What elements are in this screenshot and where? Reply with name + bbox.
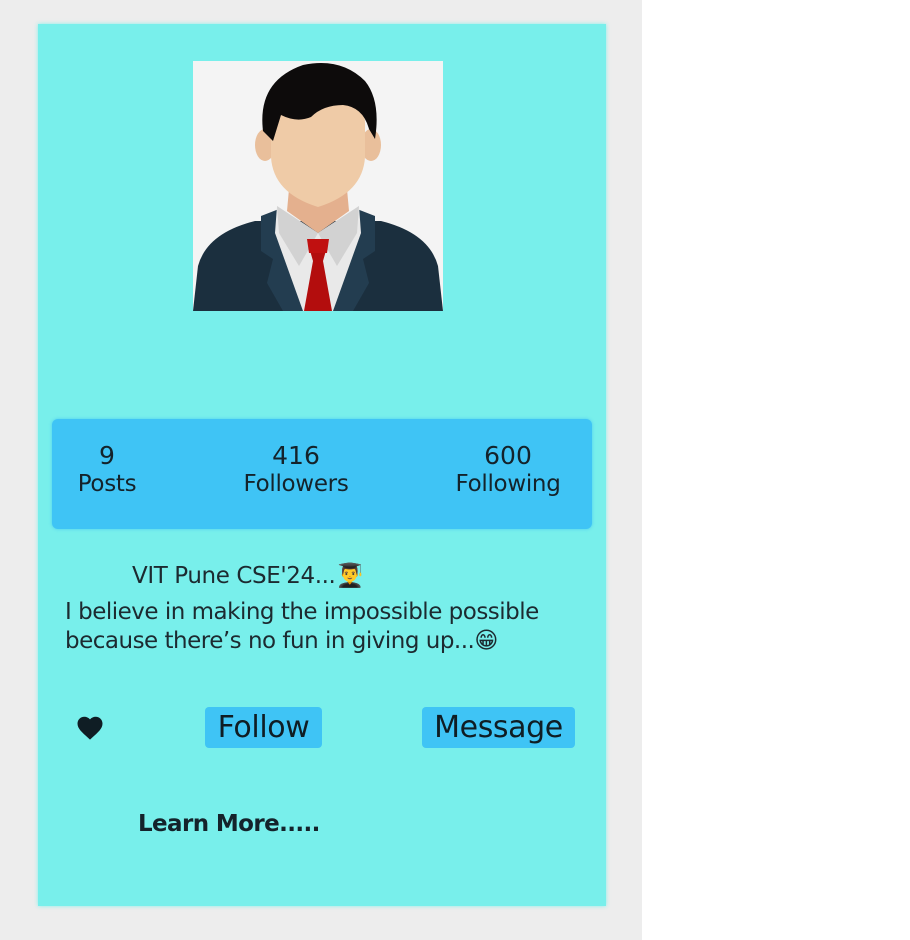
follow-button[interactable]: Follow	[205, 707, 322, 748]
heart-icon[interactable]	[75, 713, 105, 743]
bio-title: VIT Pune CSE'24...👨‍🎓	[132, 563, 364, 589]
followers-stat[interactable]: 416 Followers	[232, 441, 360, 499]
posts-label: Posts	[77, 471, 137, 497]
following-stat[interactable]: 600 Following	[442, 441, 574, 499]
profile-avatar	[193, 61, 443, 311]
message-button[interactable]: Message	[422, 707, 575, 748]
learn-more-link[interactable]: Learn More.....	[138, 811, 320, 837]
posts-stat[interactable]: 9 Posts	[64, 441, 150, 499]
followers-label: Followers	[243, 471, 349, 497]
profile-stats-bar: 9 Posts 416 Followers 600 Following	[52, 419, 592, 529]
followers-count: 416	[272, 441, 320, 470]
posts-count: 9	[99, 441, 115, 470]
following-label: Following	[455, 471, 561, 497]
following-count: 600	[484, 441, 532, 470]
bio-text: I believe in making the impossible possi…	[65, 599, 539, 654]
businessman-avatar-icon	[193, 61, 443, 311]
profile-card: 9 Posts 416 Followers 600 Following VIT …	[38, 24, 606, 906]
